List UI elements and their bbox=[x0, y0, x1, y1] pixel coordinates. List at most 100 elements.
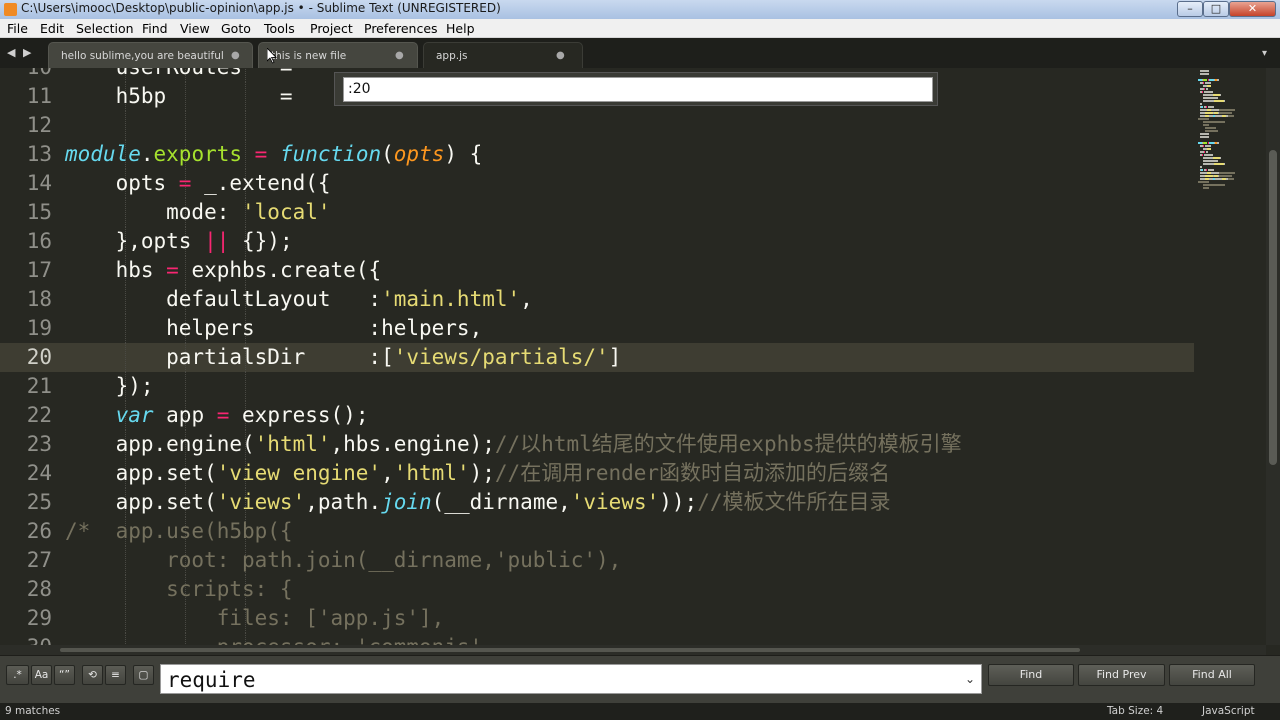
goto-line-input[interactable]: :20 bbox=[343, 77, 933, 102]
tab-dirty-indicator-icon[interactable]: ● bbox=[231, 50, 240, 61]
menu-project[interactable]: Project bbox=[310, 21, 353, 36]
minimap-stroke bbox=[1216, 79, 1219, 81]
line-number[interactable]: 13 bbox=[0, 140, 52, 169]
tab-hello-sublime[interactable]: hello sublime,you are beautiful ● bbox=[48, 42, 253, 68]
line-number[interactable]: 18 bbox=[0, 285, 52, 314]
line-number[interactable]: 21 bbox=[0, 372, 52, 401]
tab-dirty-indicator-icon[interactable]: ● bbox=[556, 50, 565, 61]
tab-dirty-indicator-icon[interactable]: ● bbox=[395, 50, 404, 61]
line-number[interactable]: 25 bbox=[0, 488, 52, 517]
code-line[interactable]: 25 app.set('views',path.join(__dirname,'… bbox=[0, 488, 1194, 517]
code-line[interactable]: 30 processor: 'commonjs' bbox=[0, 633, 1194, 645]
find-history-dropdown-icon[interactable]: ⌄ bbox=[965, 672, 975, 686]
code-line[interactable]: 24 app.set('view engine','html');//在调用re… bbox=[0, 459, 1194, 488]
find-prev-button[interactable]: Find Prev bbox=[1078, 664, 1165, 686]
horizontal-scroll-thumb[interactable] bbox=[60, 648, 1080, 652]
menu-goto[interactable]: Goto bbox=[221, 21, 251, 36]
minimize-button[interactable]: – bbox=[1177, 1, 1203, 17]
line-number[interactable]: 30 bbox=[0, 633, 52, 645]
line-number[interactable]: 14 bbox=[0, 169, 52, 198]
minimap[interactable] bbox=[1194, 68, 1266, 645]
tab-size-status[interactable]: Tab Size: 4 bbox=[1107, 705, 1163, 717]
line-number[interactable]: 26 bbox=[0, 517, 52, 546]
case-sensitive-toggle-button[interactable]: Aa bbox=[31, 665, 52, 685]
minimap-stroke bbox=[1200, 133, 1210, 135]
code-text: app.engine('html',hbs.engine);//以html结尾的… bbox=[65, 430, 962, 459]
code-token: app.set( bbox=[65, 490, 217, 514]
vertical-scroll-thumb[interactable] bbox=[1269, 150, 1277, 465]
goto-line-panel: :20 bbox=[334, 72, 938, 106]
line-number[interactable]: 23 bbox=[0, 430, 52, 459]
line-number[interactable]: 20 bbox=[0, 343, 52, 372]
code-text: defaultLayout :'main.html', bbox=[65, 285, 533, 314]
code-line[interactable]: 15 mode: 'local' bbox=[0, 198, 1194, 227]
code-line[interactable]: 18 defaultLayout :'main.html', bbox=[0, 285, 1194, 314]
close-button[interactable]: ✕ bbox=[1229, 1, 1276, 17]
maximize-button[interactable]: □ bbox=[1203, 1, 1229, 17]
menu-edit[interactable]: Edit bbox=[40, 21, 64, 36]
line-number[interactable]: 11 bbox=[0, 82, 52, 111]
code-line[interactable]: 19 helpers :helpers, bbox=[0, 314, 1194, 343]
syntax-status[interactable]: JavaScript bbox=[1202, 705, 1255, 717]
code-token: 'main.html' bbox=[381, 287, 521, 311]
regex-toggle-button[interactable]: .* bbox=[6, 665, 29, 685]
menu-selection[interactable]: Selection bbox=[76, 21, 134, 36]
whole-word-toggle-button[interactable]: “” bbox=[54, 665, 75, 685]
find-input[interactable]: require ⌄ bbox=[160, 664, 982, 694]
code-line[interactable]: 29 files: ['app.js'], bbox=[0, 604, 1194, 633]
minimap-stroke bbox=[1219, 94, 1221, 96]
status-bar: 9 matches Tab Size: 4 JavaScript bbox=[0, 703, 1280, 720]
code-token: helpers :helpers, bbox=[65, 316, 483, 340]
code-line[interactable]: 14 opts = _.extend({ bbox=[0, 169, 1194, 198]
horizontal-scrollbar[interactable] bbox=[0, 645, 1266, 655]
code-token: = bbox=[166, 258, 179, 282]
code-line[interactable]: 27 root: path.join(__dirname,'public'), bbox=[0, 546, 1194, 575]
find-all-button[interactable]: Find All bbox=[1169, 664, 1255, 686]
tab-overflow-icon[interactable]: ▾ bbox=[1262, 48, 1267, 59]
code-line[interactable]: 22 var app = express(); bbox=[0, 401, 1194, 430]
code-line[interactable]: 28 scripts: { bbox=[0, 575, 1194, 604]
in-selection-toggle-button[interactable]: ≡ bbox=[105, 665, 126, 685]
code-line[interactable]: 16 },opts || {}); bbox=[0, 227, 1194, 256]
line-number[interactable]: 16 bbox=[0, 227, 52, 256]
line-number[interactable]: 15 bbox=[0, 198, 52, 227]
code-line[interactable]: 21 }); bbox=[0, 372, 1194, 401]
vertical-scrollbar[interactable] bbox=[1266, 68, 1280, 645]
menu-preferences[interactable]: Preferences bbox=[364, 21, 438, 36]
minimap-stroke bbox=[1207, 106, 1214, 108]
line-number[interactable]: 22 bbox=[0, 401, 52, 430]
find-button[interactable]: Find bbox=[988, 664, 1074, 686]
line-number[interactable]: 17 bbox=[0, 256, 52, 285]
tab-scroll-right-icon[interactable]: ▶ bbox=[23, 46, 31, 59]
menu-find[interactable]: Find bbox=[142, 21, 168, 36]
tab-scroll-left-icon[interactable]: ◀ bbox=[7, 46, 15, 59]
wrap-toggle-button[interactable]: ⟲ bbox=[82, 665, 103, 685]
code-line[interactable]: 20 partialsDir :['views/partials/'] bbox=[0, 343, 1194, 372]
line-number[interactable]: 29 bbox=[0, 604, 52, 633]
menu-view[interactable]: View bbox=[180, 21, 210, 36]
code-line[interactable]: 12 bbox=[0, 111, 1194, 140]
menu-tools[interactable]: Tools bbox=[264, 21, 295, 36]
minimap-stroke bbox=[1202, 97, 1218, 99]
line-number[interactable]: 28 bbox=[0, 575, 52, 604]
tab-this-is-new-file[interactable]: this is new file ● bbox=[258, 42, 418, 68]
code-line[interactable]: 17 hbs = exphbs.create({ bbox=[0, 256, 1194, 285]
line-number[interactable]: 10 bbox=[0, 68, 52, 82]
line-number[interactable]: 27 bbox=[0, 546, 52, 575]
line-number[interactable]: 12 bbox=[0, 111, 52, 140]
code-text: /* app.use(h5bp({ bbox=[65, 517, 293, 546]
menu-file[interactable]: File bbox=[7, 21, 28, 36]
code-token: //在调用render函数时自动添加的后缀名 bbox=[494, 461, 891, 485]
code-line[interactable]: 13 module.exports = function(opts) { bbox=[0, 140, 1194, 169]
tab-label: app.js bbox=[436, 50, 468, 62]
code-token: (__dirname, bbox=[431, 490, 571, 514]
menu-help[interactable]: Help bbox=[446, 21, 475, 36]
tab-app-js[interactable]: app.js ● bbox=[423, 42, 583, 68]
line-number[interactable]: 24 bbox=[0, 459, 52, 488]
line-number[interactable]: 19 bbox=[0, 314, 52, 343]
highlight-matches-toggle-button[interactable]: ▢ bbox=[133, 665, 154, 685]
code-line[interactable]: 23 app.engine('html',hbs.engine);//以html… bbox=[0, 430, 1194, 459]
code-editor[interactable]: 10 userRoutes = 11 h5bp = 1213module.exp… bbox=[0, 68, 1194, 645]
minimap-stroke bbox=[1202, 163, 1214, 165]
code-line[interactable]: 26 /* app.use(h5bp({ bbox=[0, 517, 1194, 546]
